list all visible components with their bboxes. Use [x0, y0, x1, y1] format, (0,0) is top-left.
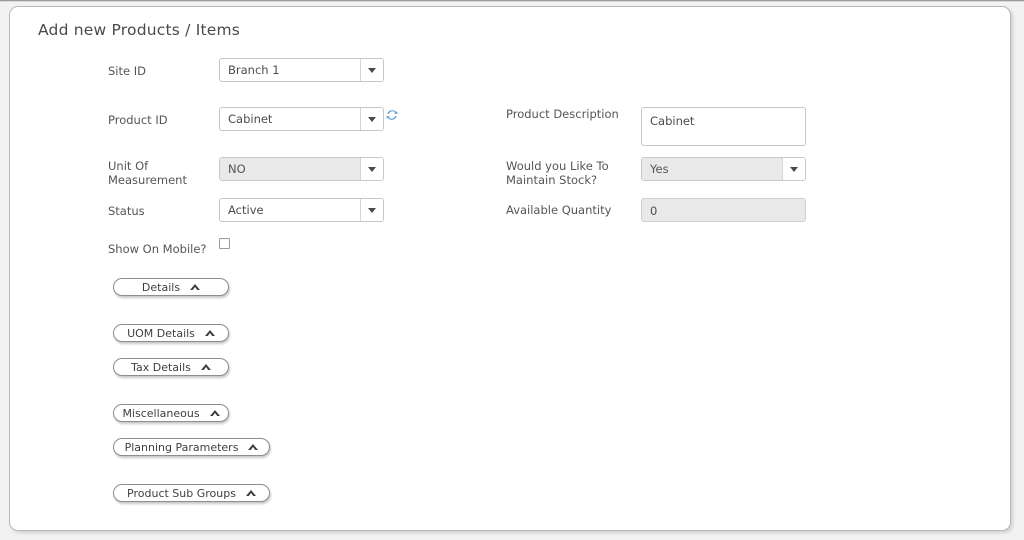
chevron-up-icon	[204, 330, 215, 337]
add-product-panel: Add new Products / Items Site ID Branch …	[9, 6, 1011, 531]
section-label: UOM Details	[127, 326, 195, 340]
status-value: Active	[228, 203, 264, 217]
show-on-mobile-label: Show On Mobile?	[108, 242, 207, 256]
section-header-uom-details[interactable]: UOM Details	[113, 324, 229, 342]
site-id-value: Branch 1	[228, 63, 280, 77]
site-id-label: Site ID	[108, 64, 146, 78]
chevron-down-icon[interactable]	[360, 158, 383, 180]
section-header-details[interactable]: Details	[113, 278, 229, 296]
status-label: Status	[108, 204, 145, 218]
product-description-label: Product Description	[506, 107, 619, 121]
unit-of-measurement-label: Unit Of Measurement	[108, 159, 187, 187]
product-id-label: Product ID	[108, 113, 168, 127]
chevron-down-icon[interactable]	[360, 108, 383, 130]
refresh-icon[interactable]	[385, 108, 399, 122]
status-select[interactable]: Active	[219, 198, 384, 222]
chevron-up-icon	[209, 410, 220, 417]
product-description-input[interactable]: Cabinet	[641, 107, 806, 146]
section-label: Miscellaneous	[122, 406, 200, 420]
section-header-miscellaneous[interactable]: Miscellaneous	[113, 404, 229, 422]
product-id-value: Cabinet	[228, 112, 273, 126]
available-quantity-input[interactable]: 0	[641, 198, 806, 222]
chevron-down-icon[interactable]	[782, 158, 805, 180]
maintain-stock-label: Would you Like To Maintain Stock?	[506, 159, 609, 187]
show-on-mobile-checkbox[interactable]	[219, 238, 230, 249]
product-id-select[interactable]: Cabinet	[219, 107, 384, 131]
chevron-up-icon	[245, 490, 256, 497]
section-label: Product Sub Groups	[127, 486, 236, 500]
section-label: Details	[141, 280, 181, 294]
maintain-stock-select[interactable]: Yes	[641, 157, 806, 181]
chevron-up-icon	[248, 444, 259, 451]
chevron-down-icon[interactable]	[360, 59, 383, 81]
chevron-down-icon[interactable]	[360, 199, 383, 221]
chevron-up-icon	[200, 364, 211, 371]
page-title: Add new Products / Items	[38, 21, 241, 39]
section-header-planning-parameters[interactable]: Planning Parameters	[113, 438, 270, 456]
unit-of-measurement-select[interactable]: NO	[219, 157, 384, 181]
chevron-up-icon	[190, 284, 201, 291]
section-header-tax-details[interactable]: Tax Details	[113, 358, 229, 376]
maintain-stock-value: Yes	[642, 158, 782, 180]
unit-of-measurement-value: NO	[220, 158, 360, 180]
site-id-select[interactable]: Branch 1	[219, 58, 384, 82]
section-header-product-sub-groups[interactable]: Product Sub Groups	[113, 484, 270, 502]
section-label: Tax Details	[131, 360, 191, 374]
available-quantity-label: Available Quantity	[506, 203, 612, 217]
section-label: Planning Parameters	[124, 440, 239, 454]
top-divider-shadow	[0, 1, 1024, 2]
